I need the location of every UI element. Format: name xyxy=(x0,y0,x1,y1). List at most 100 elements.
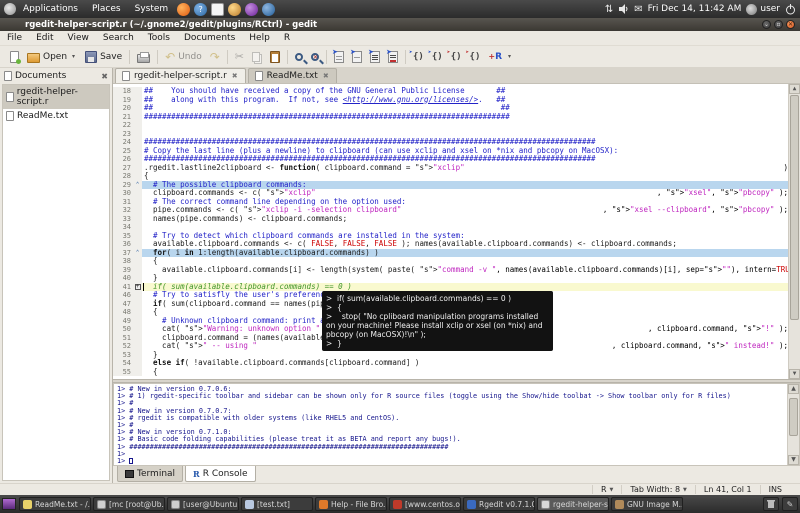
fold-open-icon[interactable]: ⌃ xyxy=(133,249,142,258)
fold-open-icon[interactable]: ⌃ xyxy=(133,181,142,190)
help-icon[interactable]: ? xyxy=(194,3,207,16)
firefox-icon[interactable] xyxy=(177,3,190,16)
notes-icon[interactable]: ✎ xyxy=(782,497,798,511)
power-icon[interactable] xyxy=(785,4,796,15)
line-number: 19 xyxy=(113,96,133,105)
code-line[interactable]: 55 { xyxy=(113,368,788,377)
document-list-item[interactable]: rgedit-helper-script.r xyxy=(3,85,109,109)
tab-close-icon[interactable]: ✖ xyxy=(322,71,330,81)
undo-button[interactable]: ↶Undo xyxy=(161,49,206,65)
menu-system[interactable]: System xyxy=(128,0,176,18)
taskbar-item[interactable]: rgedit-helper-s... xyxy=(537,497,609,511)
menu-documents[interactable]: Documents xyxy=(177,33,242,43)
network-updown-icon[interactable]: ⇅ xyxy=(605,4,613,15)
copy-icon xyxy=(252,52,260,62)
gutter xyxy=(133,274,142,283)
console-scrollbar[interactable]: ▲ ▼ xyxy=(787,384,799,465)
new-r-console-button[interactable]: R xyxy=(484,50,506,64)
minimize-button[interactable]: ⌄ xyxy=(762,20,771,29)
run-selection-button[interactable] xyxy=(348,49,366,65)
chat-icon[interactable] xyxy=(228,3,241,16)
block-run-1-icon: {) xyxy=(413,52,424,62)
menu-edit[interactable]: Edit xyxy=(29,33,60,43)
replace-button[interactable] xyxy=(307,50,323,63)
document-list-item[interactable]: ReadMe.txt xyxy=(3,109,109,123)
run-line-button[interactable] xyxy=(330,49,348,65)
taskbar-item[interactable]: [test.txt] xyxy=(241,497,313,511)
tab-width-combo[interactable]: Tab Width: 8▼ xyxy=(621,485,695,494)
menu-applications[interactable]: Applications xyxy=(16,0,85,18)
window-titlebar[interactable]: rgedit-helper-script.r (~/.gnome2/gedit/… xyxy=(0,18,800,31)
taskbar-item[interactable]: GNU Image M... xyxy=(611,497,683,511)
taskbar-item[interactable]: Rgedit v0.7.1.0... xyxy=(463,497,535,511)
editor-scrollbar[interactable]: ▲ ▼ xyxy=(788,84,800,379)
print-button[interactable] xyxy=(133,49,154,65)
open-button[interactable]: Open▾ xyxy=(23,49,81,65)
scroll-up-icon[interactable]: ▲ xyxy=(789,84,800,94)
block-run-2-button[interactable]: {) xyxy=(428,50,447,64)
taskbar-item[interactable]: Help - File Bro... xyxy=(315,497,387,511)
side-panel-close-icon[interactable]: ✖ xyxy=(101,72,108,81)
menu-tools[interactable]: Tools xyxy=(141,33,177,43)
r-console-panel[interactable]: 1> # New in version 0.7.0.6:1> # 1) rged… xyxy=(113,383,800,466)
maximize-button[interactable]: ▫ xyxy=(774,20,783,29)
trash-icon[interactable] xyxy=(763,497,779,511)
save-button[interactable]: Save xyxy=(81,49,126,65)
code-line[interactable]: 33 names(pipe.commands) <- clipboard.com… xyxy=(113,215,788,224)
mail-icon[interactable]: ✉ xyxy=(634,4,642,15)
paste-button[interactable] xyxy=(266,49,284,65)
toolbar-overflow-icon[interactable]: ▾ xyxy=(506,53,513,60)
run-to-cursor-button[interactable] xyxy=(384,49,402,65)
gutter xyxy=(133,223,142,232)
menu-view[interactable]: View xyxy=(61,33,96,43)
code-line[interactable]: 54 else if( !available.clipboard.command… xyxy=(113,359,788,368)
bottom-tab-terminal[interactable]: Terminal xyxy=(117,466,183,482)
block-run-3-button[interactable]: {) xyxy=(447,50,466,64)
menu-places[interactable]: Places xyxy=(85,0,128,18)
volume-icon[interactable] xyxy=(618,4,629,14)
close-button[interactable]: ✕ xyxy=(786,20,795,29)
taskbar-item[interactable]: [mc [root@Ub... xyxy=(93,497,165,511)
scroll-down-icon[interactable]: ▼ xyxy=(789,369,800,379)
search-button[interactable] xyxy=(291,50,307,63)
code-line[interactable]: 27.rgedit.lastline2clipboard <- function… xyxy=(113,164,788,173)
fold-closed-icon[interactable]: + xyxy=(133,283,142,292)
menu-help[interactable]: Help xyxy=(242,33,277,43)
code-line[interactable]: 22 xyxy=(113,121,788,130)
gutter xyxy=(133,257,142,266)
console-scrollbar-thumb[interactable] xyxy=(789,398,798,436)
code-editor[interactable]: 18## You should have received a copy of … xyxy=(113,84,800,379)
console-scroll-down-icon[interactable]: ▼ xyxy=(788,455,799,465)
taskbar-item[interactable]: [user@Ubuntu... xyxy=(167,497,239,511)
editor-tab[interactable]: rgedit-helper-script.r✖ xyxy=(115,68,246,83)
cut-button[interactable]: ✂ xyxy=(231,49,248,65)
run-all-button[interactable] xyxy=(366,49,384,65)
distro-logo-icon[interactable] xyxy=(4,3,16,15)
code-line[interactable]: 39 available.clipboard.commands[i] <- le… xyxy=(113,266,788,275)
new-file-button[interactable] xyxy=(6,49,23,65)
editor-scrollbar-thumb[interactable] xyxy=(790,95,799,320)
bottom-tab-r-console[interactable]: RR Console xyxy=(185,466,256,482)
taskbar-item[interactable]: [www.centos.o... xyxy=(389,497,461,511)
window-list-applet-icon[interactable] xyxy=(2,498,16,510)
block-run-4-button[interactable]: {) xyxy=(466,50,485,64)
copy-button[interactable] xyxy=(248,50,266,64)
clock[interactable]: Fri Dec 14, 11:42 AM xyxy=(648,4,742,14)
media-icon[interactable] xyxy=(245,3,258,16)
menu-file[interactable]: File xyxy=(0,33,29,43)
code-line[interactable]: 37⌃ for( i in 1:length(available.clipboa… xyxy=(113,249,788,258)
text-editor-icon[interactable] xyxy=(211,3,224,16)
block-run-1-button[interactable]: {) xyxy=(409,50,428,64)
code-line[interactable]: 21######################################… xyxy=(113,113,788,122)
language-combo[interactable]: R▼ xyxy=(592,485,621,494)
editor-tab[interactable]: ReadMe.txt✖ xyxy=(248,68,337,83)
menu-search[interactable]: Search xyxy=(96,33,141,43)
user-menu[interactable]: user xyxy=(746,4,780,15)
menu-r[interactable]: R xyxy=(277,33,297,43)
graphics-icon[interactable] xyxy=(262,3,275,16)
console-scroll-up-icon[interactable]: ▲ xyxy=(788,384,799,394)
redo-button[interactable]: ↷ xyxy=(206,49,224,65)
tab-close-icon[interactable]: ✖ xyxy=(231,71,239,81)
open-dropdown[interactable]: ▾ xyxy=(70,53,77,60)
taskbar-item[interactable]: ReadMe.txt - /... xyxy=(19,497,91,511)
